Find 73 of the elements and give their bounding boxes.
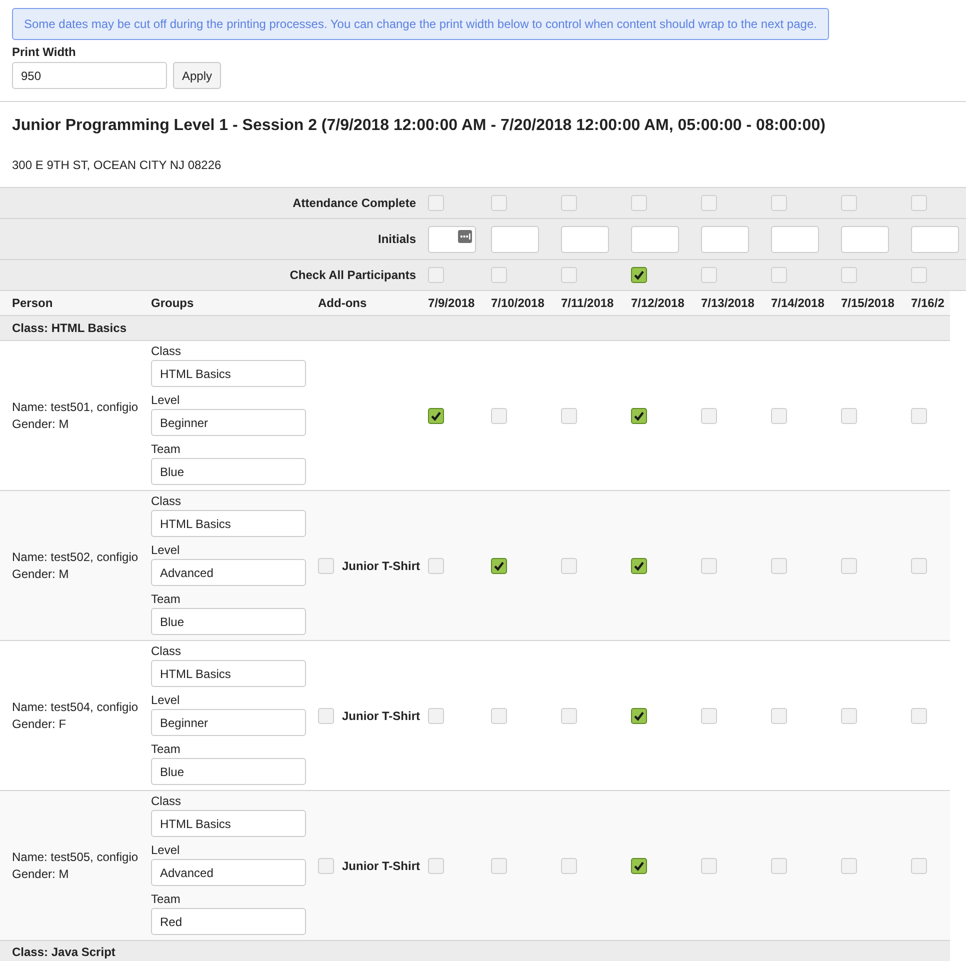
column-header: Add-ons [317,296,368,310]
initials-field[interactable] [631,226,679,252]
date-column-header: 7/15/2018 [840,296,896,310]
date-column-header: 7/11/2018 [560,296,615,310]
field-label: Class [151,793,182,810]
group-field[interactable]: HTML Basics [151,360,306,387]
group-field[interactable]: Advanced [151,559,306,586]
initials-field[interactable] [701,226,749,252]
checkbox[interactable] [631,408,647,424]
initials-field[interactable] [491,226,539,252]
group-field[interactable]: Blue [151,458,306,485]
column-header: Groups [150,296,195,310]
participant-gender: Gender: M [12,566,70,582]
apply-button[interactable]: Apply [173,62,222,89]
field-label: Team [151,591,180,608]
field-label: Team [151,741,180,758]
date-column-header: 7/13/2018 [700,296,756,310]
notice-banner: Some dates may be cut off during the printing processes. You can change the print width below to control when content should wrap to the next page. [12,8,829,40]
field-label: Level [151,692,180,709]
dots-icon[interactable] [458,230,472,242]
initials-field[interactable] [561,226,609,252]
checkbox[interactable] [631,267,647,283]
participant-gender: Gender: M [12,416,70,432]
row-label: Check All Participants [288,268,417,282]
group-field[interactable]: HTML Basics [151,510,306,537]
participant-gender: Gender: F [12,716,68,732]
date-column-header: 7/12/2018 [630,296,686,310]
group-field[interactable]: HTML Basics [151,660,306,687]
checkbox[interactable] [491,558,507,574]
column-header: Person [11,296,54,310]
checkbox[interactable] [631,708,647,724]
date-column-header: 7/14/2018 [770,296,826,310]
addon-label: Junior T-Shirt [342,558,420,572]
group-field[interactable]: Blue [151,758,306,785]
participant-name: Name: test504, configio [12,698,140,716]
checkbox[interactable] [428,408,444,424]
field-label: Level [151,842,180,859]
field-label: Team [151,441,180,458]
initials-field[interactable] [771,226,819,252]
session-address: 300 E 9TH ST, OCEAN CITY NJ 08226 [12,157,222,174]
field-label: Team [151,891,180,908]
participant-gender: Gender: M [12,866,70,882]
field-label: Class [151,493,182,510]
print-width-field[interactable]: 950 [12,62,167,89]
participant-name: Name: test502, configio [12,548,140,566]
field-label: Class [151,343,182,360]
checkbox[interactable] [631,558,647,574]
class-group-header: Class: Java Script [12,944,116,958]
addon-label: Junior T-Shirt [342,708,420,722]
field-label: Level [151,542,180,559]
addon-label: Junior T-Shirt [342,858,420,872]
initials-field[interactable] [911,226,959,252]
date-column-header: 7/9/2018 [427,296,476,310]
class-group-header: Class: HTML Basics [12,321,126,335]
group-field[interactable]: Advanced [151,859,306,886]
group-field[interactable]: Red [151,908,306,935]
session-title: Junior Programming Level 1 - Session 2 (7/9/2018 12:00:00 AM - 7/20/2018 12:00:00 AM, 05:00:00 - 08:00:00) [12,116,826,136]
initials-field[interactable] [841,226,889,252]
participant-name: Name: test505, configio [12,848,140,866]
field-label: Class [151,643,182,660]
participant-name: Name: test501, configio [12,398,140,416]
group-field[interactable]: Beginner [151,709,306,736]
date-column-header: 7/10/2018 [490,296,546,310]
row-label: Initials [376,232,417,246]
group-field[interactable]: Beginner [151,409,306,436]
print-width-label: Print Width [12,44,77,60]
field-label: Level [151,392,180,409]
initials-field[interactable] [428,226,476,252]
group-field[interactable]: Blue [151,608,306,635]
group-field[interactable]: HTML Basics [151,810,306,837]
checkbox[interactable] [631,858,647,874]
date-column-header: 7/16/2 [910,296,946,310]
row-label: Attendance Complete [292,196,417,210]
